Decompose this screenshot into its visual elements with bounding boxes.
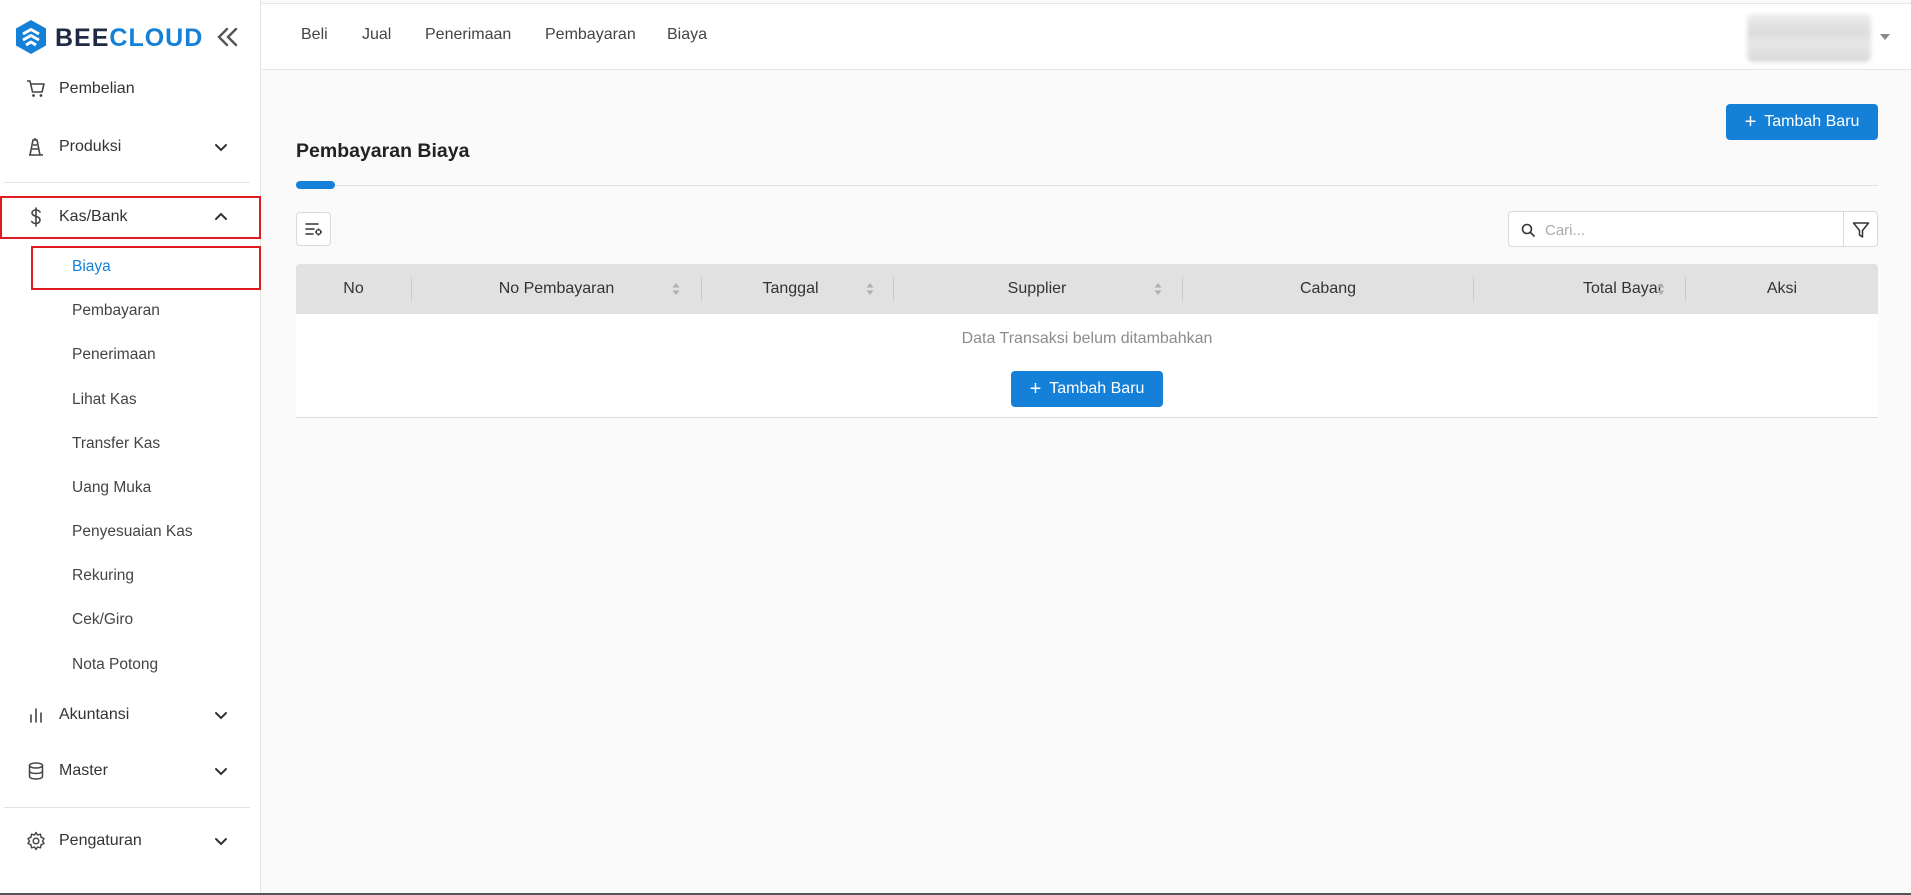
- title-underline: [296, 185, 1878, 186]
- chevron-down-icon: [215, 144, 227, 152]
- plus-icon: +: [1029, 378, 1042, 400]
- sidebar-item-label: Kas/Bank: [59, 208, 128, 225]
- topnav-biaya[interactable]: Biaya: [667, 26, 707, 44]
- list-settings-icon: [305, 223, 322, 236]
- sidebar-divider: [4, 182, 250, 183]
- subitem-label: Cek/Giro: [72, 611, 134, 628]
- sidebar-item-label: Pembelian: [59, 80, 135, 97]
- sidebar-item-master[interactable]: Master: [0, 745, 261, 797]
- plus-icon: +: [1744, 111, 1757, 133]
- column-header-total-bayar[interactable]: Total Bayar: [1474, 264, 1685, 314]
- sidebar-item-produksi[interactable]: Produksi: [0, 121, 261, 173]
- subitem-label: Biaya: [72, 258, 111, 275]
- sidebar-item-label: Produksi: [59, 138, 122, 155]
- user-profile-blurred[interactable]: [1747, 14, 1871, 62]
- chevron-down-icon: [215, 768, 227, 776]
- sidebar-subitem-uang-muka[interactable]: Uang Muka: [31, 468, 261, 508]
- sidebar-subitem-nota-potong[interactable]: Nota Potong: [31, 645, 261, 685]
- logo[interactable]: BEECLOUD: [14, 17, 259, 57]
- search-input[interactable]: [1543, 218, 1837, 242]
- topnav-penerimaan[interactable]: Penerimaan: [425, 26, 511, 44]
- sidebar-subitem-lihat-kas[interactable]: Lihat Kas: [31, 380, 261, 420]
- subitem-label: Nota Potong: [72, 656, 159, 673]
- empty-message: Data Transaksi belum ditambahkan: [961, 330, 1213, 347]
- subitem-label: Transfer Kas: [72, 435, 161, 452]
- column-header-supplier[interactable]: Supplier: [894, 264, 1180, 314]
- subitem-label: Rekuring: [72, 567, 135, 584]
- topnav-jual[interactable]: Jual: [362, 26, 391, 44]
- sort-icon[interactable]: [865, 281, 875, 297]
- sidebar-item-label: Master: [59, 762, 108, 779]
- search-box: [1508, 211, 1844, 247]
- sidebar-subitem-transfer-kas[interactable]: Transfer Kas: [31, 424, 261, 464]
- search-icon: [1521, 223, 1535, 237]
- topnav-beli[interactable]: Beli: [301, 26, 328, 44]
- add-new-button[interactable]: + Tambah Baru: [1726, 104, 1878, 140]
- table-header: No No Pembayaran Tanggal Supplier Cabang…: [296, 264, 1878, 314]
- chevron-down-icon: [215, 838, 227, 846]
- title-accent-bar: [296, 181, 335, 189]
- cart-icon: [27, 80, 45, 97]
- sidebar-item-label: Pengaturan: [59, 832, 142, 849]
- dollar-icon: [31, 207, 41, 227]
- sidebar-item-pembelian[interactable]: Pembelian: [0, 63, 261, 115]
- gear-icon: [27, 831, 45, 851]
- column-header-no: No: [343, 280, 364, 297]
- sidebar-subitem-cek-giro[interactable]: Cek/Giro: [31, 600, 261, 640]
- sidebar-item-akuntansi[interactable]: Akuntansi: [0, 689, 261, 741]
- subitem-label: Lihat Kas: [72, 391, 137, 408]
- filter-button[interactable]: [1844, 211, 1878, 247]
- sort-icon[interactable]: [1656, 281, 1666, 297]
- sidebar: BEECLOUD Pembelian Produksi Kas/Bank Bia…: [0, 0, 261, 895]
- chevron-up-icon: [215, 212, 227, 220]
- column-header-no-pembayaran[interactable]: No Pembayaran: [412, 264, 701, 314]
- page-title: Pembayaran Biaya: [296, 140, 470, 162]
- collapse-sidebar-icon[interactable]: [215, 25, 241, 49]
- subitem-label: Penyesuaian Kas: [72, 523, 193, 540]
- sidebar-item-pengaturan[interactable]: Pengaturan: [0, 815, 261, 867]
- user-dropdown-caret-icon[interactable]: [1880, 34, 1890, 40]
- subitem-label: Pembayaran: [72, 302, 160, 319]
- sidebar-subitem-pembayaran[interactable]: Pembayaran: [31, 291, 261, 331]
- sort-icon[interactable]: [1153, 281, 1163, 297]
- empty-add-new-button[interactable]: + Tambah Baru: [1011, 371, 1163, 407]
- sort-icon[interactable]: [671, 281, 681, 297]
- filter-icon: [1852, 222, 1870, 238]
- beecloud-logo-icon: [16, 20, 46, 54]
- column-settings-button[interactable]: [296, 212, 331, 246]
- sidebar-item-kas-bank[interactable]: Kas/Bank: [0, 191, 261, 243]
- top-navbar: Beli Jual Penerimaan Pembayaran Biaya: [262, 3, 1911, 70]
- column-header-aksi: Aksi: [1766, 280, 1798, 297]
- sidebar-item-label: Akuntansi: [59, 706, 130, 723]
- subitem-label: Uang Muka: [72, 479, 152, 496]
- table-empty-state: Data Transaksi belum ditambahkan + Tamba…: [296, 314, 1878, 418]
- subitem-label: Penerimaan: [72, 346, 156, 363]
- sidebar-subitem-penyesuaian-kas[interactable]: Penyesuaian Kas: [31, 512, 261, 552]
- column-header-tanggal[interactable]: Tanggal: [702, 264, 879, 314]
- sidebar-subitem-rekuring[interactable]: Rekuring: [31, 556, 261, 596]
- sidebar-subitem-penerimaan[interactable]: Penerimaan: [31, 335, 261, 375]
- topnav-pembayaran[interactable]: Pembayaran: [545, 26, 636, 44]
- logo-text: BEECLOUD: [55, 24, 204, 52]
- sidebar-subitem-biaya[interactable]: Biaya: [31, 247, 261, 287]
- sidebar-divider: [4, 807, 250, 808]
- empty-add-new-button-label: Tambah Baru: [1049, 380, 1145, 397]
- add-new-button-label: Tambah Baru: [1764, 113, 1860, 130]
- database-icon: [28, 762, 44, 780]
- bar-chart-icon: [30, 708, 42, 723]
- chevron-down-icon: [215, 712, 227, 720]
- column-header-cabang: Cabang: [1299, 280, 1357, 297]
- factory-icon: [29, 138, 43, 156]
